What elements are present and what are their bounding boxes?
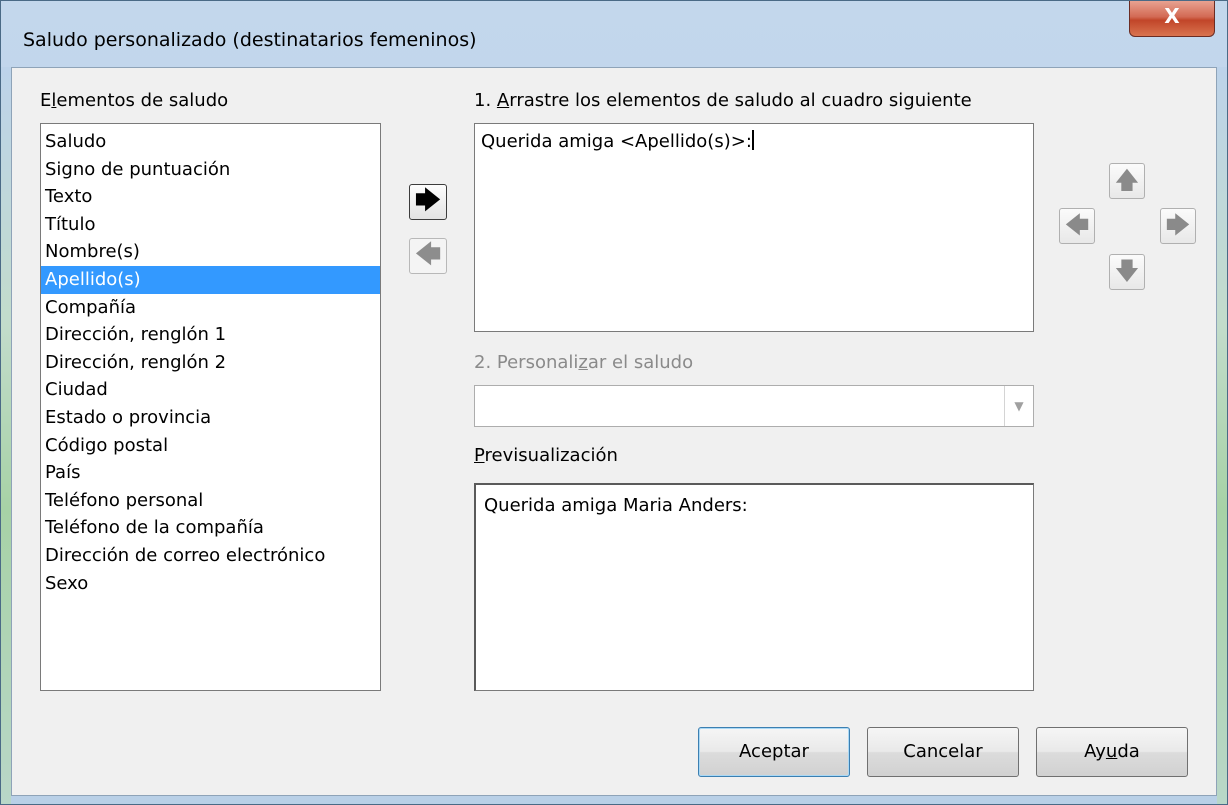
close-button[interactable]: X [1129, 1, 1215, 37]
list-item[interactable]: País [41, 459, 380, 487]
list-item[interactable]: Teléfono personal [41, 487, 380, 515]
window-frame-left [1, 67, 11, 804]
list-item[interactable]: Apellido(s) [41, 265, 380, 294]
step1-label: 1. Arrastre los elementos de saludo al c… [474, 90, 972, 111]
arrow-left-icon: 🡄 [414, 240, 442, 270]
list-item[interactable]: Saludo [41, 128, 380, 156]
list-item[interactable]: Signo de puntuación [41, 156, 380, 184]
list-item[interactable]: Texto [41, 183, 380, 211]
list-item[interactable]: Código postal [41, 432, 380, 460]
preview-field: Querida amiga Maria Anders: [474, 483, 1034, 691]
list-item[interactable]: Dirección, renglón 2 [41, 349, 380, 377]
list-item[interactable]: Dirección, renglón 1 [41, 321, 380, 349]
cancel-button[interactable]: Cancelar [867, 727, 1019, 777]
greeting-composition-field[interactable]: Querida amiga <Apellido(s)>: [474, 123, 1034, 332]
list-item[interactable]: Estado o provincia [41, 404, 380, 432]
help-button[interactable]: Ayuda [1036, 727, 1188, 777]
preview-text: Querida amiga Maria Anders: [484, 495, 748, 516]
chevron-down-icon[interactable]: ▼ [1004, 386, 1033, 426]
dialog-window: Saludo personalizado (destinatarios feme… [0, 0, 1228, 805]
window-frame-right [1217, 67, 1227, 804]
add-element-button[interactable]: 🡆 [409, 184, 447, 220]
window-title: Saludo personalizado (destinatarios feme… [23, 29, 477, 51]
step2-label: 2. Personalizar el saludo [474, 352, 694, 373]
list-item[interactable]: Teléfono de la compañía [41, 514, 380, 542]
greeting-elements-label: Elementos de saludo [40, 90, 229, 111]
list-item[interactable]: Dirección de correo electrónico [41, 542, 380, 570]
list-item[interactable]: Compañía [41, 294, 380, 322]
remove-element-button[interactable]: 🡄 [409, 238, 447, 274]
greeting-composition-text: Querida amiga <Apellido(s)>: [481, 131, 752, 152]
arrow-up-icon: 🡅 [1114, 166, 1140, 194]
move-up-button[interactable]: 🡅 [1109, 163, 1145, 199]
move-down-button[interactable]: 🡇 [1109, 254, 1145, 290]
customize-greeting-select[interactable]: ▼ [474, 385, 1034, 427]
list-item[interactable]: Ciudad [41, 376, 380, 404]
move-right-button[interactable]: 🡆 [1160, 208, 1196, 244]
preview-label: Previsualización [474, 445, 618, 466]
arrow-left-icon: 🡄 [1064, 211, 1090, 239]
list-item[interactable]: Sexo [41, 570, 380, 598]
ok-button[interactable]: Aceptar [698, 727, 850, 777]
greeting-elements-list[interactable]: Saludo Signo de puntuación Texto Título Nomb… [40, 123, 381, 691]
arrow-right-icon: 🡆 [414, 186, 442, 216]
arrow-right-icon: 🡆 [1165, 211, 1191, 239]
list-item[interactable]: Título [41, 211, 380, 239]
title-bar[interactable]: Saludo personalizado (destinatarios feme… [1, 1, 1227, 67]
close-icon: X [1164, 4, 1180, 28]
dialog-client-area: Elementos de saludo Saludo Signo de puntu… [11, 67, 1217, 796]
arrow-down-icon: 🡇 [1114, 257, 1140, 285]
move-left-button[interactable]: 🡄 [1059, 208, 1095, 244]
list-item[interactable]: Nombre(s) [41, 238, 380, 266]
text-cursor [751, 130, 754, 150]
